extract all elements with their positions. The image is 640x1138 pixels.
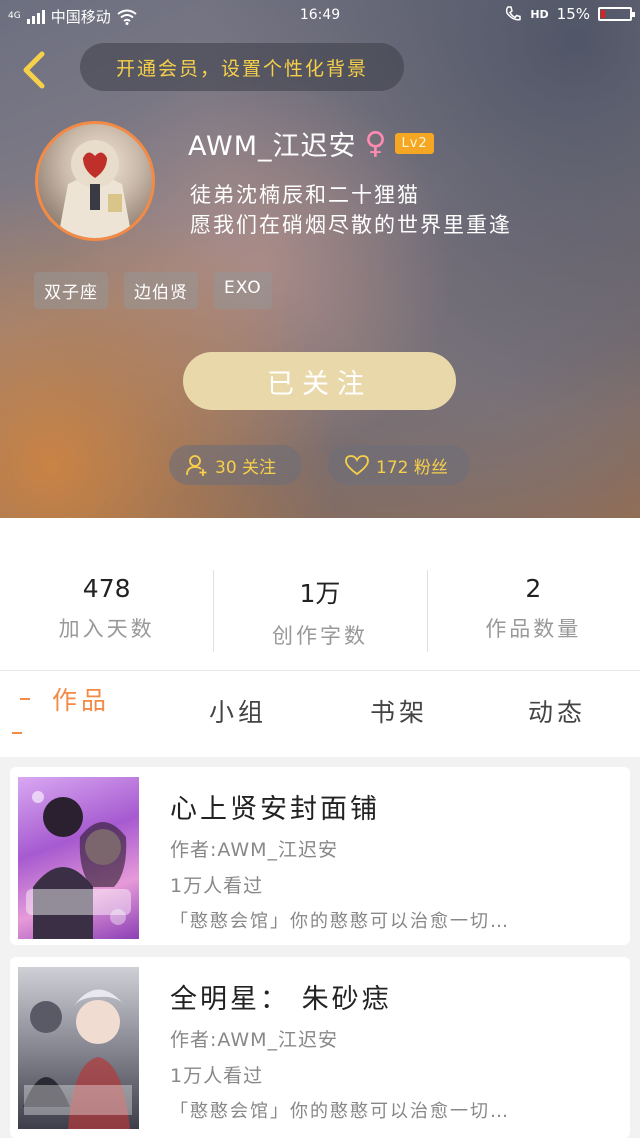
work-author: 作者:AWM_江迟安 (170, 1029, 339, 1051)
tab-groups[interactable]: 小组 (209, 693, 267, 729)
battery-percent: 15% (556, 5, 590, 23)
following-count: 30 关注 (215, 457, 277, 478)
battery-level (601, 10, 605, 18)
vip-background-promo[interactable]: 开通会员，设置个性化背景 (80, 43, 404, 91)
bio-line: 愿我们在硝烟尽散的世界里重逢 (190, 213, 512, 237)
status-bar: 4G 中国移动 16:49 HD 15% (0, 0, 640, 32)
work-views: 1万人看过 (170, 875, 264, 897)
work-cover-image (18, 777, 139, 939)
tab-activity[interactable]: 动态 (528, 693, 586, 729)
work-title: 心上贤安封面铺 (170, 794, 380, 825)
tab-works[interactable]: 作品 (52, 681, 110, 717)
avatar-image (58, 140, 132, 238)
cover-art (23, 989, 132, 1129)
work-views: 1万人看过 (170, 1065, 264, 1087)
stat-label: 作品数量 (485, 617, 582, 641)
tag-item[interactable]: 边伯贤 (124, 272, 198, 309)
following-button[interactable]: 30 关注 (169, 445, 302, 485)
cover-art (26, 791, 131, 939)
username-row: AWM_江迟安 ♀ Lv2 (188, 124, 434, 163)
work-title: 全明星： 朱砂痣 (170, 984, 392, 1015)
follow-button[interactable]: 已关注 (183, 352, 456, 410)
heart-icon (345, 455, 369, 476)
work-card[interactable]: 心上贤安封面铺 作者:AWM_江迟安 1万人看过 「憨憨会馆」你的憨憨可以治愈一… (10, 767, 630, 945)
work-cover-image (18, 967, 139, 1129)
battery-icon (598, 7, 635, 21)
stat-word-count: 1万 创作字数 (213, 518, 426, 670)
stat-value: 1万 (299, 579, 341, 608)
stat-value: 478 (82, 574, 131, 603)
add-user-icon (186, 455, 207, 476)
username: AWM_江迟安 (188, 131, 357, 162)
chevron-left-icon (23, 51, 45, 89)
stat-works-count: 2 作品数量 (426, 518, 640, 670)
tag-item[interactable]: EXO (214, 272, 272, 309)
avatar[interactable] (35, 121, 155, 241)
stats-bar: 478 加入天数 1万 创作字数 2 作品数量 (0, 518, 640, 671)
bio: 徒弟沈楠辰和二十狸猫 愿我们在硝烟尽散的世界里重逢 (190, 180, 512, 240)
tab-bookshelf[interactable]: 书架 (370, 693, 428, 729)
tag-list: 双子座 边伯贤 EXO (34, 272, 272, 309)
call-icon (506, 6, 522, 21)
hd-badge: HD (530, 7, 549, 21)
female-icon: ♀ (364, 125, 388, 161)
profile-header: 4G 中国移动 16:49 HD 15% 开通会员，设置个性化背景 AWM_江迟… (0, 0, 640, 518)
tag-item[interactable]: 双子座 (34, 272, 108, 309)
stat-label: 创作字数 (271, 624, 368, 648)
fans-count: 172 粉丝 (376, 457, 448, 478)
fans-button[interactable]: 172 粉丝 (328, 445, 470, 485)
stat-label: 加入天数 (58, 617, 155, 641)
tab-indicator (20, 698, 30, 700)
work-description: 「憨憨会馆」你的憨憨可以治愈一切… (170, 1101, 510, 1122)
bio-line: 徒弟沈楠辰和二十狸猫 (190, 183, 420, 207)
work-description: 「憨憨会馆」你的憨憨可以治愈一切… (170, 911, 510, 932)
stat-join-days: 478 加入天数 (0, 518, 213, 670)
back-button[interactable] (16, 48, 52, 92)
tab-indicator (12, 732, 22, 734)
work-author: 作者:AWM_江迟安 (170, 839, 339, 861)
stat-value: 2 (525, 574, 542, 603)
tab-bar: 作品 小组 书架 动态 (0, 671, 640, 757)
level-badge: Lv2 (395, 133, 434, 154)
work-card[interactable]: 全明星： 朱砂痣 作者:AWM_江迟安 1万人看过 「憨憨会馆」你的憨憨可以治愈… (10, 957, 630, 1138)
